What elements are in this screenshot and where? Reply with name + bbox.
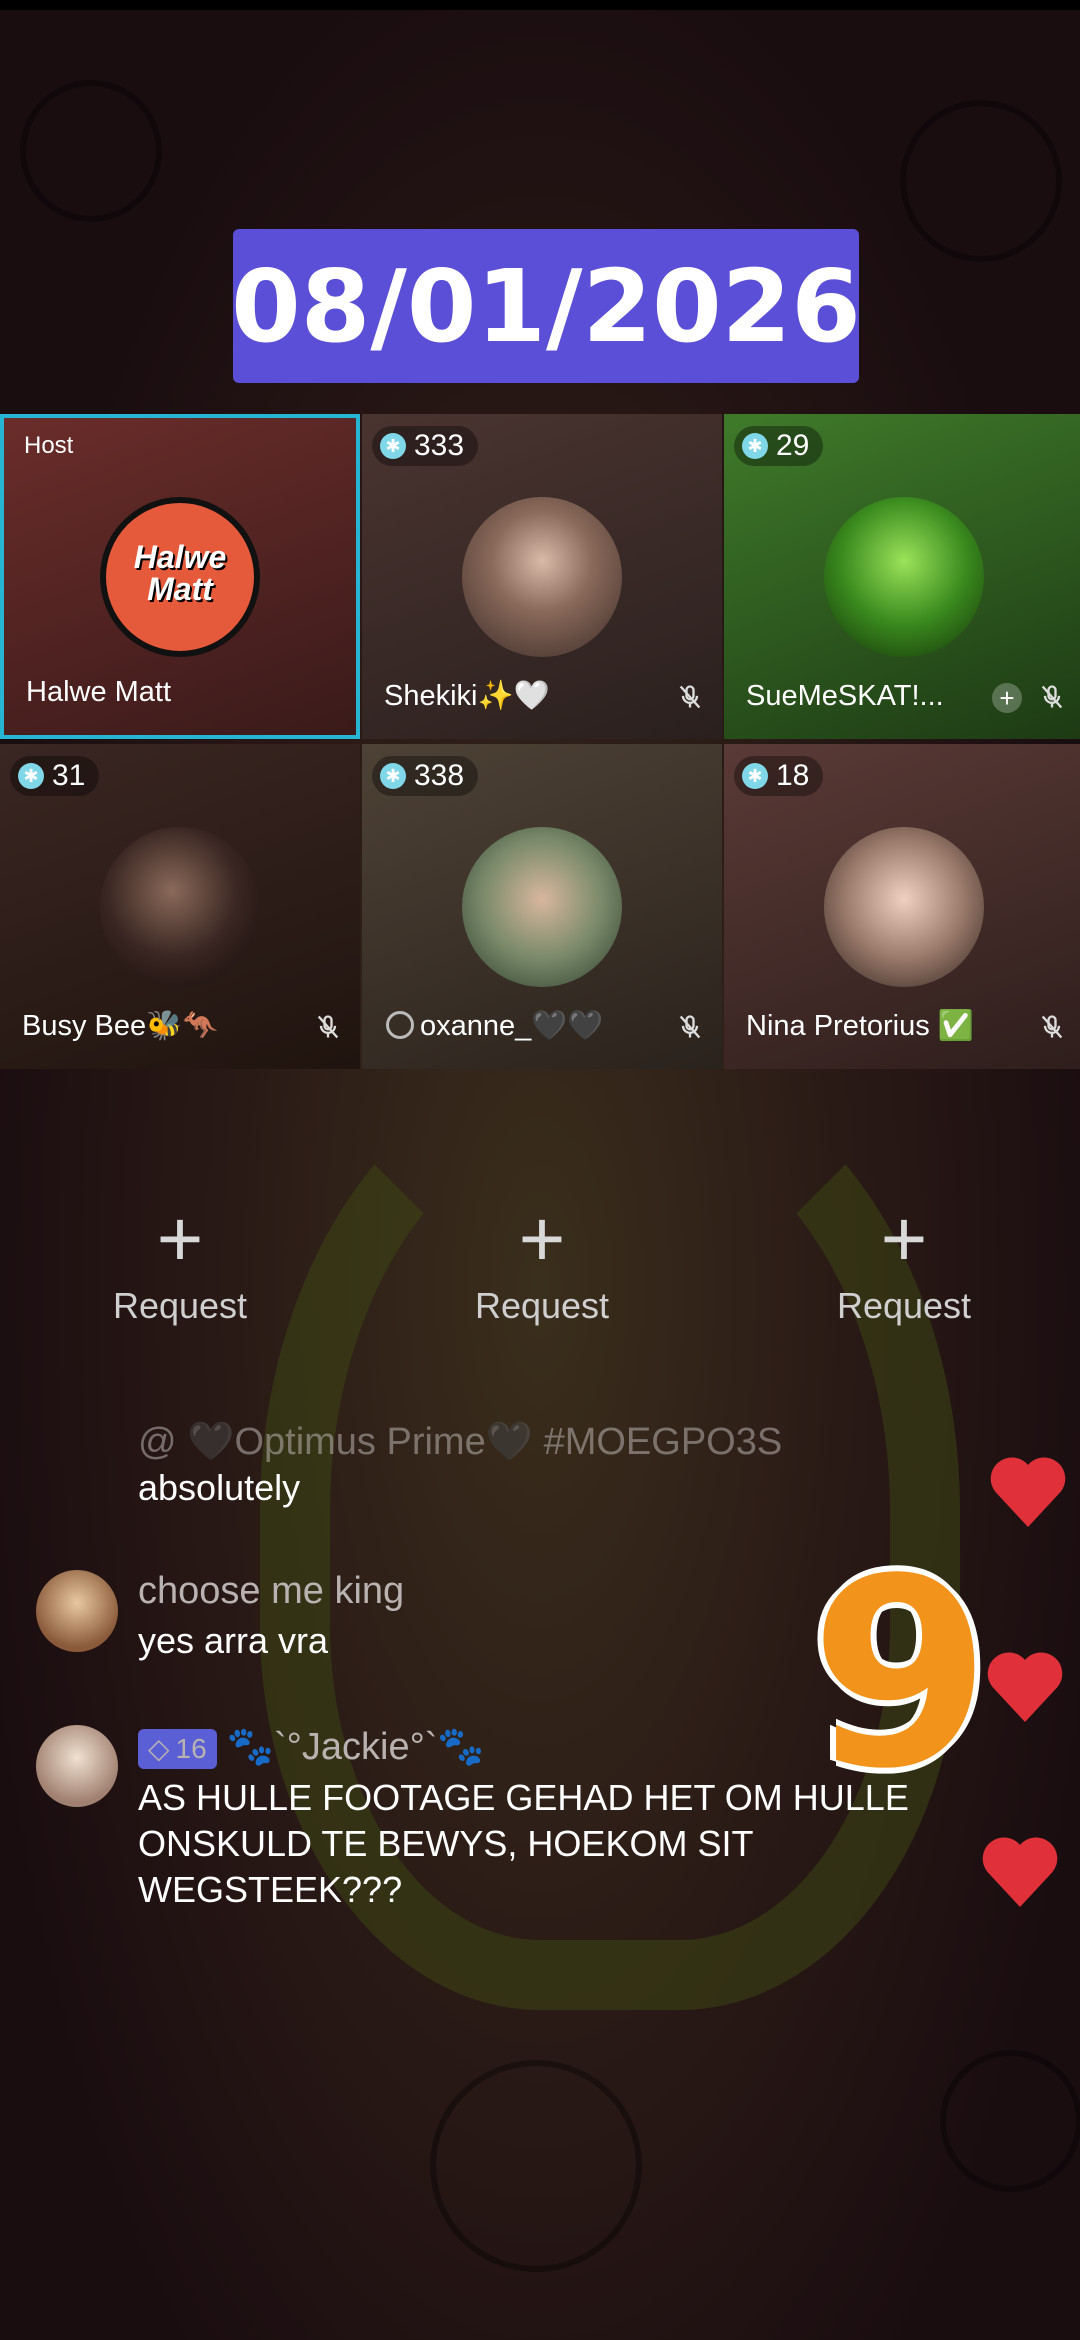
guest-tile[interactable]: ✱ 31 Busy Bee🐝🦘: [0, 744, 360, 1069]
chat-username: @ 🖤Optimus Prime🖤 #MOEGPO3S: [138, 1421, 783, 1463]
request-slot[interactable]: + Request: [0, 1159, 360, 1389]
mic-muted-icon: [1041, 1015, 1063, 1039]
request-slot[interactable]: + Request: [362, 1159, 722, 1389]
background-doodle: [430, 2060, 642, 2272]
chat-avatar[interactable]: [36, 1725, 118, 1807]
host-tag: Host: [24, 432, 74, 459]
mic-muted-icon: [679, 685, 701, 709]
status-bar: [0, 0, 1080, 10]
guest-name: Shekiki✨🤍: [384, 680, 550, 712]
guest-tile[interactable]: ✱ 29 SueMeSKAT!... +: [724, 414, 1080, 739]
mic-muted-icon: [1041, 685, 1063, 709]
mic-muted-icon: [317, 1015, 339, 1039]
chat-avatar[interactable]: [36, 1570, 118, 1652]
guest-avatar: [824, 496, 984, 657]
guest-avatar: [824, 826, 984, 987]
background-doodle: [20, 80, 162, 222]
request-label: Request: [474, 1285, 610, 1326]
guest-name: Halwe Matt: [26, 676, 172, 708]
overlay-number: 9: [810, 1524, 991, 1826]
guest-name: Busy Bee🐝🦘: [22, 1010, 219, 1042]
date-banner: 08/01/2026: [231, 229, 861, 383]
level-badge: ◇ 16: [138, 1728, 217, 1769]
guest-avatar: [462, 496, 622, 657]
gem-icon: ✱: [18, 763, 44, 789]
chat-text: absolutely: [138, 1467, 301, 1508]
gem-icon: ✱: [380, 763, 406, 789]
gift-count-badge: ✱ 18: [734, 756, 824, 796]
add-icon[interactable]: +: [992, 683, 1022, 713]
plus-icon: +: [880, 1194, 928, 1283]
host-avatar: Halwe Matt: [100, 496, 260, 657]
gift-count-badge: ✱ 29: [734, 426, 824, 466]
guest-name: Nina Pretorius ✅: [746, 1010, 974, 1042]
heart-icon: [990, 1457, 1066, 1527]
request-label: Request: [836, 1285, 972, 1326]
guest-avatar: [100, 826, 260, 987]
gem-icon: ✱: [742, 763, 768, 789]
guest-tile-host[interactable]: Host Halwe Matt Halwe Matt: [0, 414, 360, 739]
request-slot[interactable]: + Request: [724, 1159, 1080, 1389]
plus-icon: +: [156, 1194, 204, 1283]
guest-name: oxanne_🖤🖤: [386, 1009, 604, 1043]
at-icon: [386, 1011, 414, 1039]
gem-icon: ✱: [742, 433, 768, 459]
mic-muted-icon: [679, 1015, 701, 1039]
guest-avatar: [462, 826, 622, 987]
gem-icon: ✱: [380, 433, 406, 459]
gift-count-badge: ✱ 31: [10, 756, 100, 796]
background-doodle: [940, 2050, 1080, 2192]
gift-count-badge: ✱ 338: [372, 756, 479, 796]
heart-icon: [982, 1837, 1058, 1907]
heart-icon: [987, 1652, 1063, 1722]
plus-icon: +: [518, 1194, 566, 1283]
chat-username: choose me king: [138, 1570, 405, 1612]
guest-name: SueMeSKAT!...: [746, 680, 944, 712]
host-logo: Halwe Matt: [133, 538, 227, 607]
background-doodle: [900, 100, 1062, 262]
request-label: Request: [112, 1285, 248, 1326]
guest-tile[interactable]: ✱ 333 Shekiki✨🤍: [362, 414, 722, 739]
date-banner-text: 08/01/2026: [231, 247, 861, 365]
gift-count-badge: ✱ 333: [372, 426, 479, 466]
diamond-icon: ◇: [148, 1733, 170, 1765]
guest-tile[interactable]: ✱ 338 oxanne_🖤🖤: [362, 744, 722, 1069]
guest-tile[interactable]: ✱ 18 Nina Pretorius ✅: [724, 744, 1080, 1069]
chat-username: ◇ 16 🐾`°Jackie°`🐾: [138, 1725, 485, 1769]
